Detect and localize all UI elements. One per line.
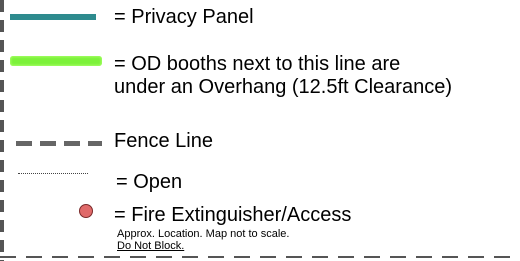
overhang-symbol (10, 56, 102, 66)
map-legend: = Privacy Panel = OD booths next to this… (0, 0, 520, 261)
bottom-fence-border (0, 256, 520, 258)
fence-line-label: Fence Line (114, 130, 213, 152)
overhang-label-line1: = OD booths next to this line are (114, 53, 401, 75)
overhang-label: = OD booths next to this line are under … (114, 53, 452, 99)
fire-extinguisher-label: = Fire Extinguisher/Access (114, 204, 352, 226)
open-label: = Open (116, 171, 183, 193)
do-not-block-note: Do Not Block. (117, 240, 185, 252)
location-note: Approx. Location. Map not to scale. (117, 228, 290, 240)
fire-extinguisher-icon (79, 204, 93, 218)
fence-line-symbol (16, 141, 102, 146)
open-symbol (18, 173, 88, 175)
privacy-panel-symbol (10, 14, 96, 20)
privacy-panel-label: = Privacy Panel (114, 6, 254, 28)
left-fence-border (0, 0, 4, 261)
overhang-label-line2: under an Overhang (12.5ft Clearance) (114, 76, 452, 98)
